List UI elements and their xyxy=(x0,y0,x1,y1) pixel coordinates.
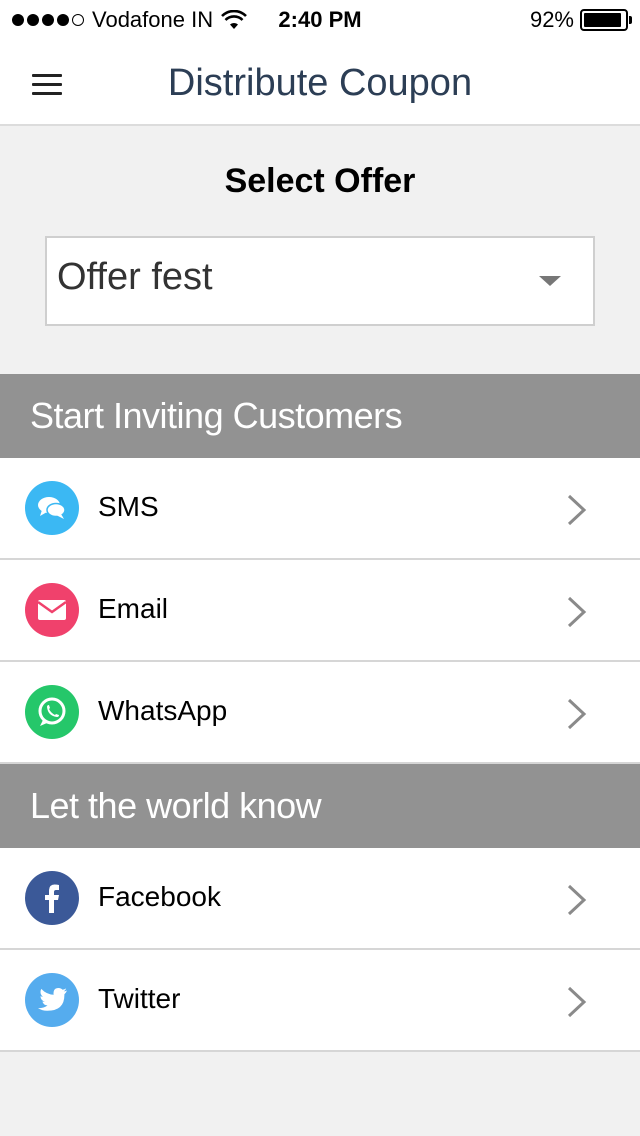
section-header-share: Let the world know xyxy=(0,764,640,848)
battery-fill xyxy=(584,13,621,27)
offer-dropdown[interactable]: Offer fest xyxy=(45,236,595,326)
list-item-label: Facebook xyxy=(98,881,221,912)
list-item-email[interactable]: Email xyxy=(0,560,640,662)
chevron-right-icon xyxy=(567,986,587,1018)
list-item-label: WhatsApp xyxy=(98,695,228,726)
chevron-right-icon xyxy=(567,698,587,730)
select-offer-heading: Select Offer xyxy=(224,162,416,200)
chevron-right-icon xyxy=(567,494,587,526)
dropdown-caret-icon xyxy=(539,276,561,286)
navigation-bar: Distribute Coupon xyxy=(0,40,640,126)
battery-percent: 92% xyxy=(529,7,574,32)
section-header-invite: Start Inviting Customers xyxy=(0,374,640,458)
whatsapp-icon xyxy=(25,685,79,739)
list-item-facebook[interactable]: Facebook xyxy=(0,848,640,950)
offer-dropdown-value: Offer fest xyxy=(57,256,213,298)
list-item-label: Email xyxy=(98,593,169,624)
sms-icon xyxy=(25,481,79,535)
list-item-label: SMS xyxy=(98,491,159,522)
battery-icon xyxy=(580,9,632,31)
chevron-right-icon xyxy=(567,884,587,916)
status-bar: Vodafone IN 2:40 PM 92% xyxy=(0,0,640,40)
twitter-icon xyxy=(25,973,79,1027)
page-title: Distribute Coupon xyxy=(167,62,473,104)
facebook-icon xyxy=(25,871,79,925)
list-item-sms[interactable]: SMS xyxy=(0,458,640,560)
chevron-right-icon xyxy=(567,596,587,628)
list-item-label: Twitter xyxy=(98,983,181,1014)
list-item-twitter[interactable]: Twitter xyxy=(0,950,640,1052)
email-icon xyxy=(25,583,79,637)
list-item-whatsapp[interactable]: WhatsApp xyxy=(0,662,640,764)
status-right: 92% xyxy=(529,7,632,33)
